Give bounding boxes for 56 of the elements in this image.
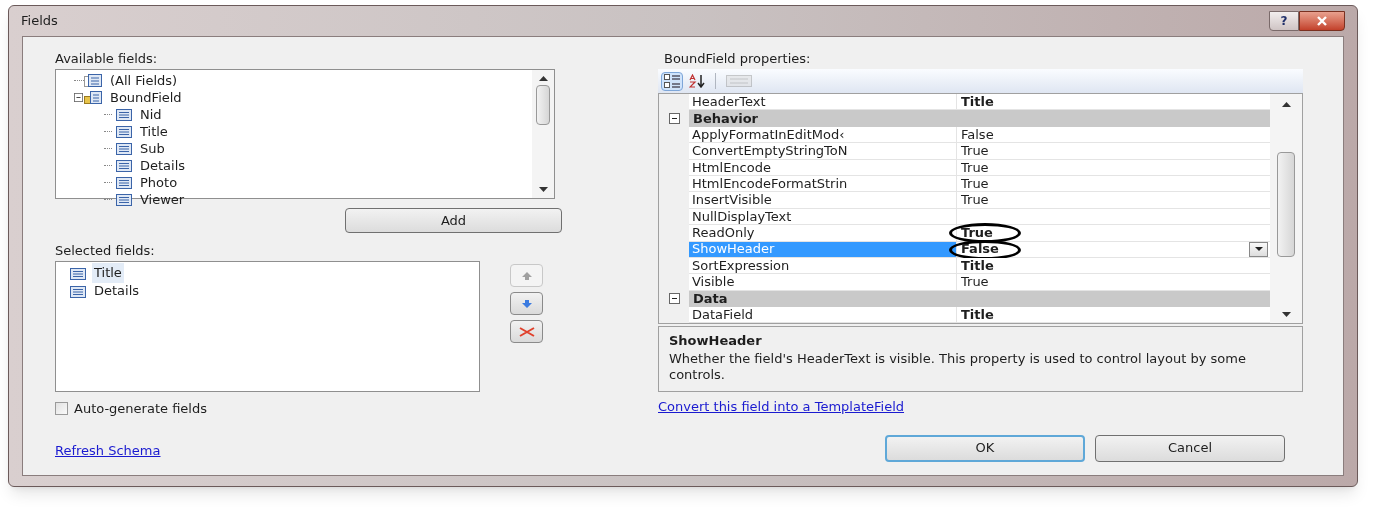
refresh-schema-link[interactable]: Refresh Schema	[55, 440, 161, 460]
field-icon	[114, 142, 132, 155]
table-icon	[84, 74, 102, 87]
scroll-down-icon	[538, 187, 548, 192]
field-icon	[68, 266, 86, 280]
property-name[interactable]: ReadOnly	[689, 225, 957, 242]
auto-generate-label: Auto-generate fields	[74, 400, 207, 418]
property-name[interactable]: DataField	[689, 307, 957, 324]
property-name[interactable]: HeaderText	[689, 94, 957, 111]
description-text: Whether the field's HeaderText is visible. This property is used to control layout by some controls.	[669, 350, 1247, 383]
down-arrow-icon	[521, 299, 532, 308]
collapse-icon[interactable]	[668, 113, 680, 125]
scroll-up-icon	[1281, 102, 1291, 107]
remove-button[interactable]	[510, 320, 543, 343]
available-fields-label: Available fields:	[55, 50, 159, 68]
caret-icon	[1254, 247, 1263, 252]
categorized-list-icon	[664, 74, 680, 88]
field-icon	[114, 125, 132, 138]
window-title: Fields	[21, 12, 58, 31]
field-icon	[68, 284, 86, 298]
add-button[interactable]: Add	[345, 208, 562, 233]
categorized-button[interactable]	[661, 71, 683, 91]
property-pages-icon	[726, 75, 752, 87]
delete-x-icon	[518, 326, 535, 337]
dialog-button[interactable]: OK	[885, 434, 1085, 462]
field-icon	[114, 108, 132, 121]
selected-fields-label: Selected fields:	[55, 242, 156, 260]
collapse-icon[interactable]	[74, 93, 83, 102]
sort-az-icon	[689, 74, 707, 88]
field-icon	[114, 176, 132, 189]
auto-generate-checkbox[interactable]	[55, 402, 68, 416]
category-header[interactable]: Behavior	[689, 110, 1270, 127]
selected-field-item[interactable]: Title	[92, 263, 124, 283]
dialog-button[interactable]: Cancel	[1095, 434, 1285, 462]
scroll-thumb[interactable]	[536, 85, 550, 125]
field-icon	[114, 159, 132, 172]
property-value[interactable]: Title	[961, 305, 994, 325]
move-down-button[interactable]	[510, 292, 543, 315]
scroll-thumb[interactable]	[1277, 152, 1295, 257]
property-name[interactable]: InsertVisible	[689, 192, 957, 209]
help-button[interactable]: ?	[1269, 11, 1299, 31]
property-name[interactable]: ConvertEmptyStringToN	[689, 143, 957, 160]
folder-table-icon	[84, 91, 102, 104]
field-icon	[114, 193, 132, 206]
selected-field-item[interactable]: Details	[92, 281, 142, 301]
close-button[interactable]	[1299, 11, 1345, 31]
description-title: ShowHeader	[669, 332, 763, 350]
collapse-icon[interactable]	[668, 293, 680, 305]
scroll-up-icon	[538, 76, 548, 81]
properties-label: BoundField properties:	[663, 50, 812, 68]
convert-template-link[interactable]: Convert this field into a TemplateField	[658, 397, 905, 417]
up-arrow-icon	[521, 271, 532, 280]
close-icon	[1316, 16, 1328, 26]
scroll-down-icon	[1281, 312, 1291, 317]
property-value[interactable]: Title	[961, 91, 994, 112]
property-name[interactable]: Visible	[689, 274, 957, 291]
